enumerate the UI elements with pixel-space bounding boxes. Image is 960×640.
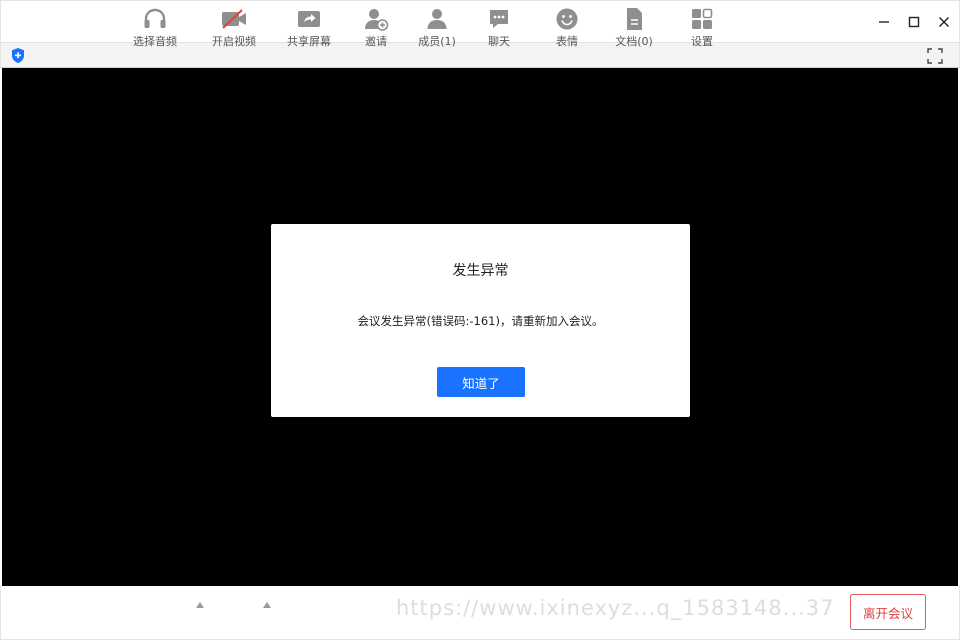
video-label: 开启视频 <box>212 35 256 48</box>
dialog-title: 发生异常 <box>452 263 509 279</box>
members-icon <box>425 6 449 32</box>
share-screen-button[interactable]: 共享屏幕 <box>284 0 334 54</box>
dialog-message: 会议发生异常(错误码:-161)，请重新加入会议。 <box>357 314 604 328</box>
add-user-icon <box>363 6 389 32</box>
chat-bubble-icon <box>487 6 511 32</box>
audio-options-caret[interactable] <box>196 602 204 608</box>
camera-off-icon <box>220 6 248 32</box>
headset-icon <box>142 6 168 32</box>
close-icon[interactable] <box>935 13 953 31</box>
meeting-toolbar <box>0 586 960 640</box>
video-options-caret[interactable] <box>263 602 271 608</box>
members-button[interactable]: 成员(1) <box>413 0 461 54</box>
emoji-label: 表情 <box>556 35 578 48</box>
document-icon <box>623 6 645 32</box>
invite-label: 邀请 <box>365 35 387 48</box>
security-shield-icon[interactable] <box>10 47 26 64</box>
settings-label: 设置 <box>691 35 713 48</box>
error-dialog: 发生异常 会议发生异常(错误码:-161)，请重新加入会议。 知道了 <box>271 224 690 417</box>
video-button[interactable]: 开启视频 <box>209 0 259 54</box>
share-screen-icon <box>296 6 322 32</box>
invite-button[interactable]: 邀请 <box>357 0 395 54</box>
minimize-icon[interactable] <box>875 13 893 31</box>
settings-button[interactable]: 设置 <box>683 0 721 54</box>
docs-label: 文档(0) <box>615 35 653 48</box>
chat-label: 聊天 <box>488 35 510 48</box>
audio-label: 选择音频 <box>133 35 177 48</box>
settings-grid-icon <box>690 6 714 32</box>
leave-meeting-button[interactable]: 离开会议 <box>850 594 926 630</box>
share-screen-label: 共享屏幕 <box>287 35 331 48</box>
smiley-icon <box>555 6 579 32</box>
fullscreen-icon[interactable] <box>926 47 944 65</box>
members-label: 成员(1) <box>418 35 456 48</box>
maximize-icon[interactable] <box>905 13 923 31</box>
chat-button[interactable]: 聊天 <box>480 0 518 54</box>
docs-button[interactable]: 文档(0) <box>612 0 656 54</box>
audio-button[interactable]: 选择音频 <box>130 0 180 54</box>
confirm-button[interactable]: 知道了 <box>437 367 525 397</box>
emoji-button[interactable]: 表情 <box>548 0 586 54</box>
